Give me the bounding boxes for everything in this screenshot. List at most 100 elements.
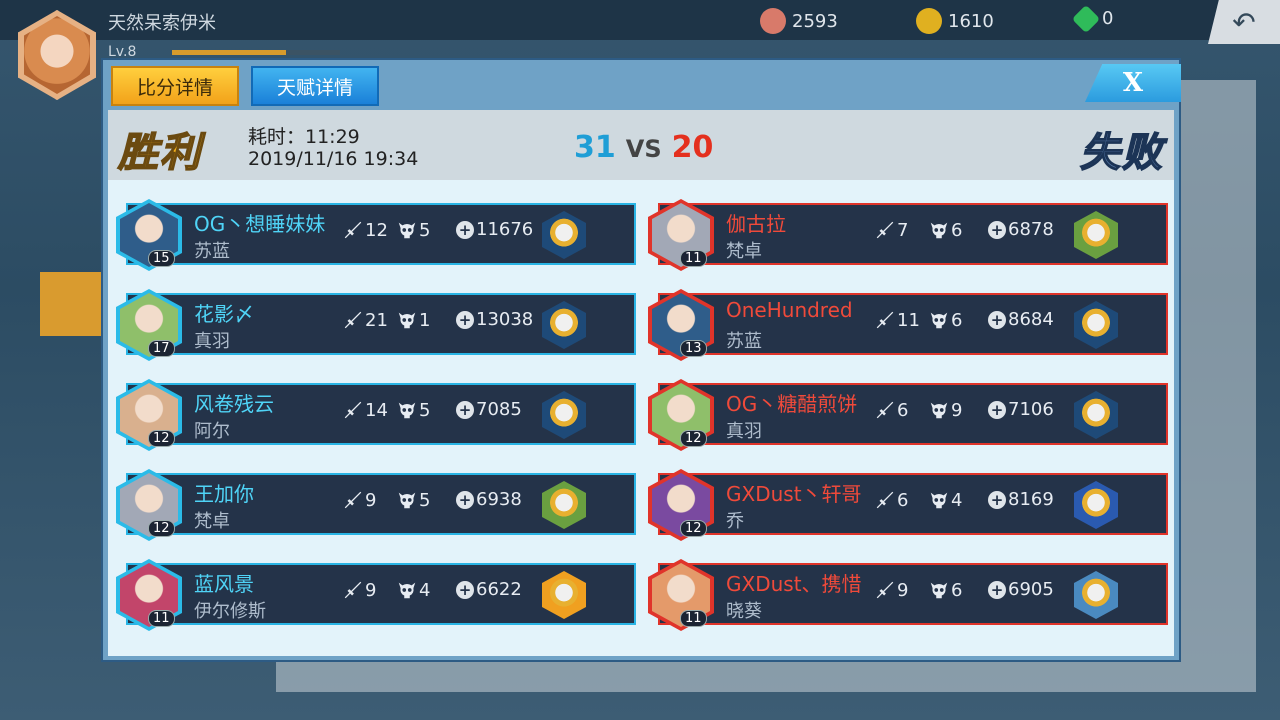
xp-bar-fill <box>172 50 287 55</box>
kills-count: 9 <box>365 579 377 601</box>
kills-stat: 7 <box>874 219 908 241</box>
sword-icon <box>344 491 362 509</box>
hero-name: 真羽 <box>194 331 230 352</box>
gold-stat: + 6622 <box>456 579 522 600</box>
sword-icon <box>876 221 894 239</box>
equipment-icon[interactable] <box>1074 211 1118 259</box>
hero-name: 苏蓝 <box>194 241 230 262</box>
equipment-icon[interactable] <box>1074 481 1118 529</box>
gold-amount: 7085 <box>476 399 522 420</box>
green-gem-plus-icon[interactable] <box>1071 4 1101 33</box>
hero-name: 梵卓 <box>194 511 230 532</box>
hero-level-badge: 17 <box>148 340 175 357</box>
kills-count: 6 <box>897 399 909 421</box>
gold-plus-icon: + <box>456 580 474 599</box>
deaths-count: 1 <box>419 309 431 331</box>
sword-icon <box>876 581 894 599</box>
score-red: 20 <box>671 130 714 165</box>
equipment-icon[interactable] <box>542 571 586 619</box>
gem-count: 0 <box>1102 8 1114 29</box>
player-card[interactable]: 11 GXDust、携惜 晓葵 9 6 + 6905 <box>648 559 1168 631</box>
hero-level-badge: 15 <box>148 250 175 267</box>
hero-level-badge: 12 <box>680 520 707 537</box>
deaths-stat: 9 <box>928 399 962 421</box>
player-card[interactable]: 11 蓝风景 伊尔修斯 9 4 + 6622 <box>116 559 636 631</box>
deaths-count: 6 <box>951 309 963 331</box>
close-button[interactable]: X <box>1085 64 1181 102</box>
score-blue: 31 <box>574 130 616 165</box>
equipment-icon[interactable] <box>1074 391 1118 439</box>
player-card[interactable]: 11 伽古拉 梵卓 7 6 + 6878 <box>648 199 1168 271</box>
gold-stat: + 8684 <box>988 309 1054 330</box>
equipment-icon[interactable] <box>542 211 586 259</box>
hero-name: 伊尔修斯 <box>194 601 266 622</box>
sword-icon <box>344 401 362 419</box>
player-name: 天然呆索伊米 <box>108 13 216 34</box>
back-arrow-icon[interactable]: ↶ <box>1208 0 1280 44</box>
gold-plus-icon: + <box>988 220 1006 239</box>
kills-count: 9 <box>365 489 377 511</box>
equipment-icon[interactable] <box>1074 301 1118 349</box>
kills-count: 14 <box>365 399 388 421</box>
equipment-icon[interactable] <box>542 301 586 349</box>
player-name: 花影〆 <box>194 302 254 326</box>
skull-icon <box>398 312 416 329</box>
score-vs: VS <box>625 135 662 163</box>
deaths-stat: 4 <box>396 579 430 601</box>
hero-level-badge: 12 <box>148 520 175 537</box>
deaths-count: 5 <box>419 489 431 511</box>
kills-stat: 11 <box>874 309 920 331</box>
hero-name: 梵卓 <box>726 241 762 262</box>
hero-level-badge: 11 <box>148 610 175 627</box>
result-bar: 胜利 耗时：11:29 2019/11/16 19:34 31 VS 20 失败 <box>108 110 1174 180</box>
gold-stat: + 6878 <box>988 219 1054 240</box>
currency-gem[interactable]: 0 <box>1071 4 1114 33</box>
hero-name: 乔 <box>726 511 744 532</box>
player-card[interactable]: 17 花影〆 真羽 21 1 + 13038 <box>116 289 636 361</box>
hero-name: 阿尔 <box>194 421 230 442</box>
player-name: 蓝风景 <box>194 572 254 596</box>
hero-level-badge: 11 <box>680 250 707 267</box>
sword-icon <box>876 401 894 419</box>
sword-icon <box>344 581 362 599</box>
player-card[interactable]: 12 GXDust丶轩哥 乔 6 4 + 8169 <box>648 469 1168 541</box>
equipment-icon[interactable] <box>1074 571 1118 619</box>
gold-amount: 6878 <box>1008 219 1054 240</box>
deaths-stat: 5 <box>396 399 430 421</box>
player-name: 王加你 <box>194 482 254 506</box>
deaths-stat: 6 <box>928 579 962 601</box>
gold-plus-icon: + <box>456 400 474 419</box>
kills-stat: 21 <box>342 309 388 331</box>
gold-amount: 8684 <box>1008 309 1054 330</box>
player-card[interactable]: 12 OG丶糖醋煎饼 真羽 6 9 + 7106 <box>648 379 1168 451</box>
kills-stat: 6 <box>874 489 908 511</box>
player-card[interactable]: 12 风卷残云 阿尔 14 5 + 7085 <box>116 379 636 451</box>
gold-amount: 8169 <box>1008 489 1054 510</box>
shell-count: 2593 <box>792 10 838 32</box>
tab-score-details[interactable]: 比分详情 <box>111 66 239 106</box>
match-datetime: 2019/11/16 19:34 <box>248 148 419 170</box>
currency-shell: 2593 <box>760 8 838 34</box>
deaths-stat: 4 <box>928 489 962 511</box>
background-side-button[interactable] <box>40 272 104 336</box>
equipment-icon[interactable] <box>542 391 586 439</box>
tab-talent-details[interactable]: 天赋详情 <box>251 66 379 106</box>
gold-amount: 6905 <box>1008 579 1054 600</box>
deaths-count: 9 <box>951 399 963 421</box>
sword-icon <box>344 311 362 329</box>
skull-icon <box>930 222 948 239</box>
deaths-stat: 6 <box>928 309 962 331</box>
gold-plus-icon: + <box>988 310 1006 329</box>
skull-icon <box>930 582 948 599</box>
skull-icon <box>398 582 416 599</box>
player-card[interactable]: 13 OneHundred 苏蓝 11 6 + 8684 <box>648 289 1168 361</box>
kills-count: 7 <box>897 219 909 241</box>
victory-label: 胜利 <box>117 129 202 177</box>
gold-stat: + 7106 <box>988 399 1054 420</box>
equipment-icon[interactable] <box>542 481 586 529</box>
deaths-count: 4 <box>951 489 963 511</box>
sword-icon <box>344 221 362 239</box>
player-card[interactable]: 15 OG丶想睡妹妹 苏蓝 12 5 + 11676 <box>116 199 636 271</box>
gold-amount: 7106 <box>1008 399 1054 420</box>
player-card[interactable]: 12 王加你 梵卓 9 5 + 6938 <box>116 469 636 541</box>
